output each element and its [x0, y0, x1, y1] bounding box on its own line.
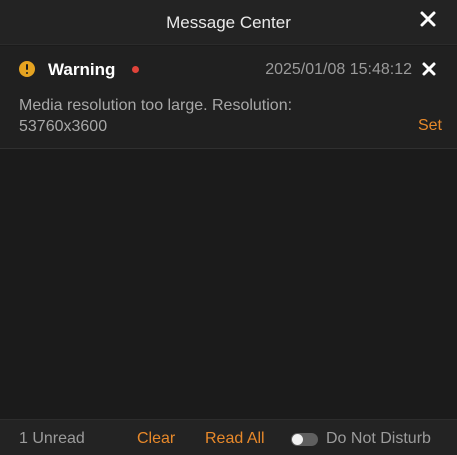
- message-item[interactable]: Warning 2025/01/08 15:48:12 Media resolu…: [0, 46, 457, 149]
- read-all-button[interactable]: Read All: [205, 430, 265, 448]
- unread-count: 1 Unread: [19, 430, 85, 447]
- clear-button[interactable]: Clear: [137, 430, 175, 448]
- message-type: Warning: [48, 60, 116, 79]
- warning-icon: [19, 61, 35, 77]
- do-not-disturb-label: Do Not Disturb: [326, 430, 431, 447]
- message-body: Media resolution too large. Resolution: …: [19, 97, 293, 135]
- close-icon[interactable]: [421, 61, 437, 77]
- do-not-disturb-toggle[interactable]: [291, 433, 318, 446]
- footer-bar: 1 Unread Clear Read All Do Not Disturb: [0, 419, 457, 455]
- message-timestamp: 2025/01/08 15:48:12: [265, 61, 412, 78]
- unread-dot: [132, 66, 139, 73]
- message-center-panel: Message Center Warning 2025/01/08 15:48:…: [0, 0, 457, 455]
- close-icon[interactable]: [419, 10, 437, 28]
- window-title: Message Center: [166, 13, 291, 32]
- set-button[interactable]: Set: [418, 117, 442, 135]
- header-bar: Message Center: [0, 0, 457, 45]
- toggle-knob: [292, 434, 303, 445]
